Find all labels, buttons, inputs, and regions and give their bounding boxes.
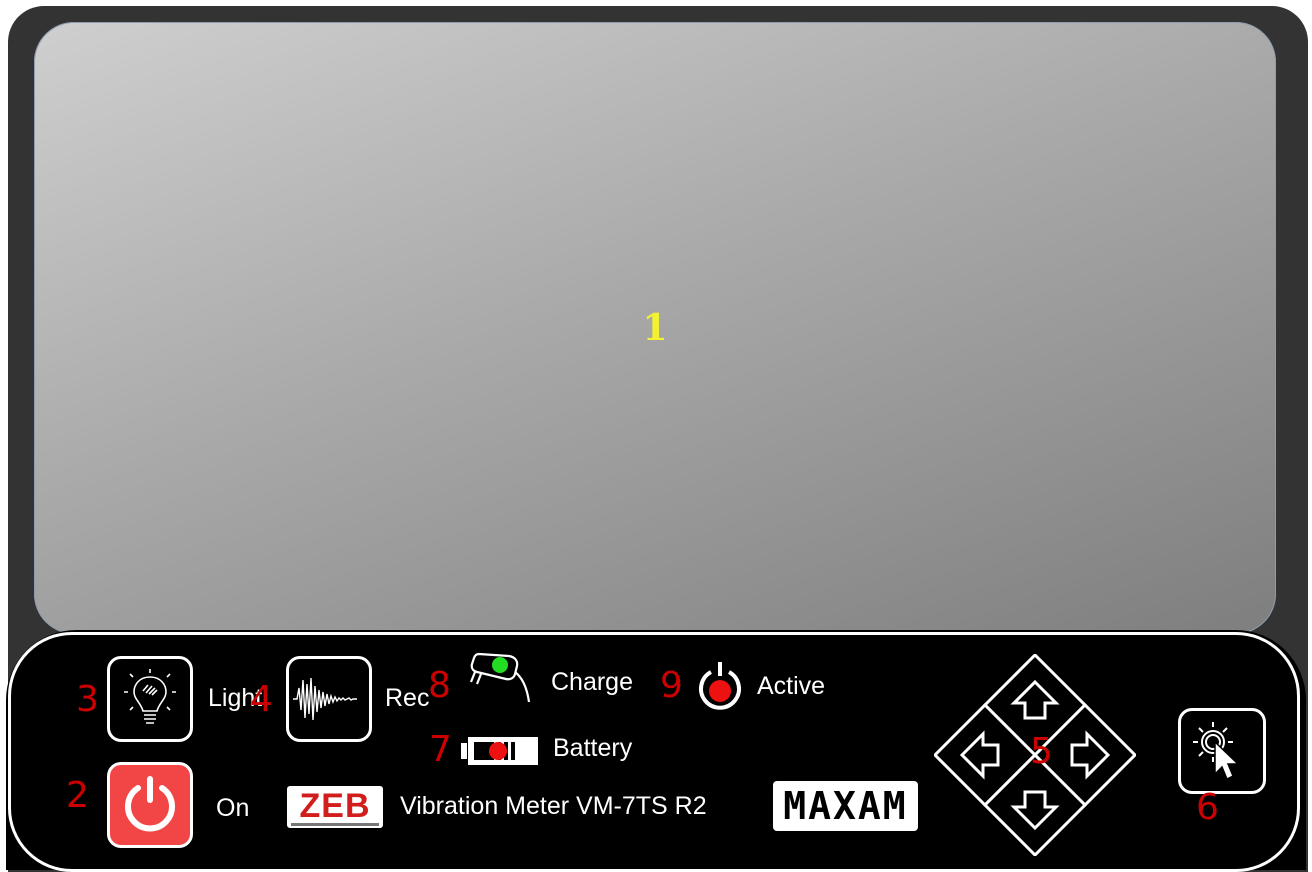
power-icon [125,776,175,832]
power-indicator-icon [699,662,741,710]
power-marker: 2 [66,775,89,816]
active-label: Active [757,672,826,700]
waveform-icon [293,677,357,721]
battery-icon [461,737,538,765]
screen-marker: 1 [642,307,668,349]
battery-marker: 7 [429,729,452,770]
zeb-logo-underline [291,822,379,826]
nav-marker: 5 [1030,731,1053,772]
active-marker: 9 [660,665,683,706]
charge-label: Charge [551,668,633,696]
record-marker: 4 [250,679,273,720]
record-button[interactable] [286,656,372,742]
charge-marker: 8 [428,665,451,706]
cursor-click-icon [1193,722,1240,781]
battery-label: Battery [553,734,633,762]
power-label: On [216,794,250,822]
charger-plug-icon [469,652,531,703]
power-button[interactable] [107,762,193,848]
light-button[interactable] [107,656,193,742]
select-marker: 6 [1196,787,1219,828]
select-button[interactable] [1178,708,1266,794]
product-name: Vibration Meter VM-7TS R2 [400,792,707,820]
light-bulb-icon [124,669,176,724]
record-label: Rec [385,684,430,712]
maxam-logo: MAXAM [773,781,918,831]
zeb-logo: ZEB [287,786,383,828]
maxam-logo-text: MAXAM [783,784,908,828]
zeb-logo-text: ZEB [299,786,371,825]
light-marker: 3 [76,679,99,720]
display-screen: 1 [34,22,1276,634]
